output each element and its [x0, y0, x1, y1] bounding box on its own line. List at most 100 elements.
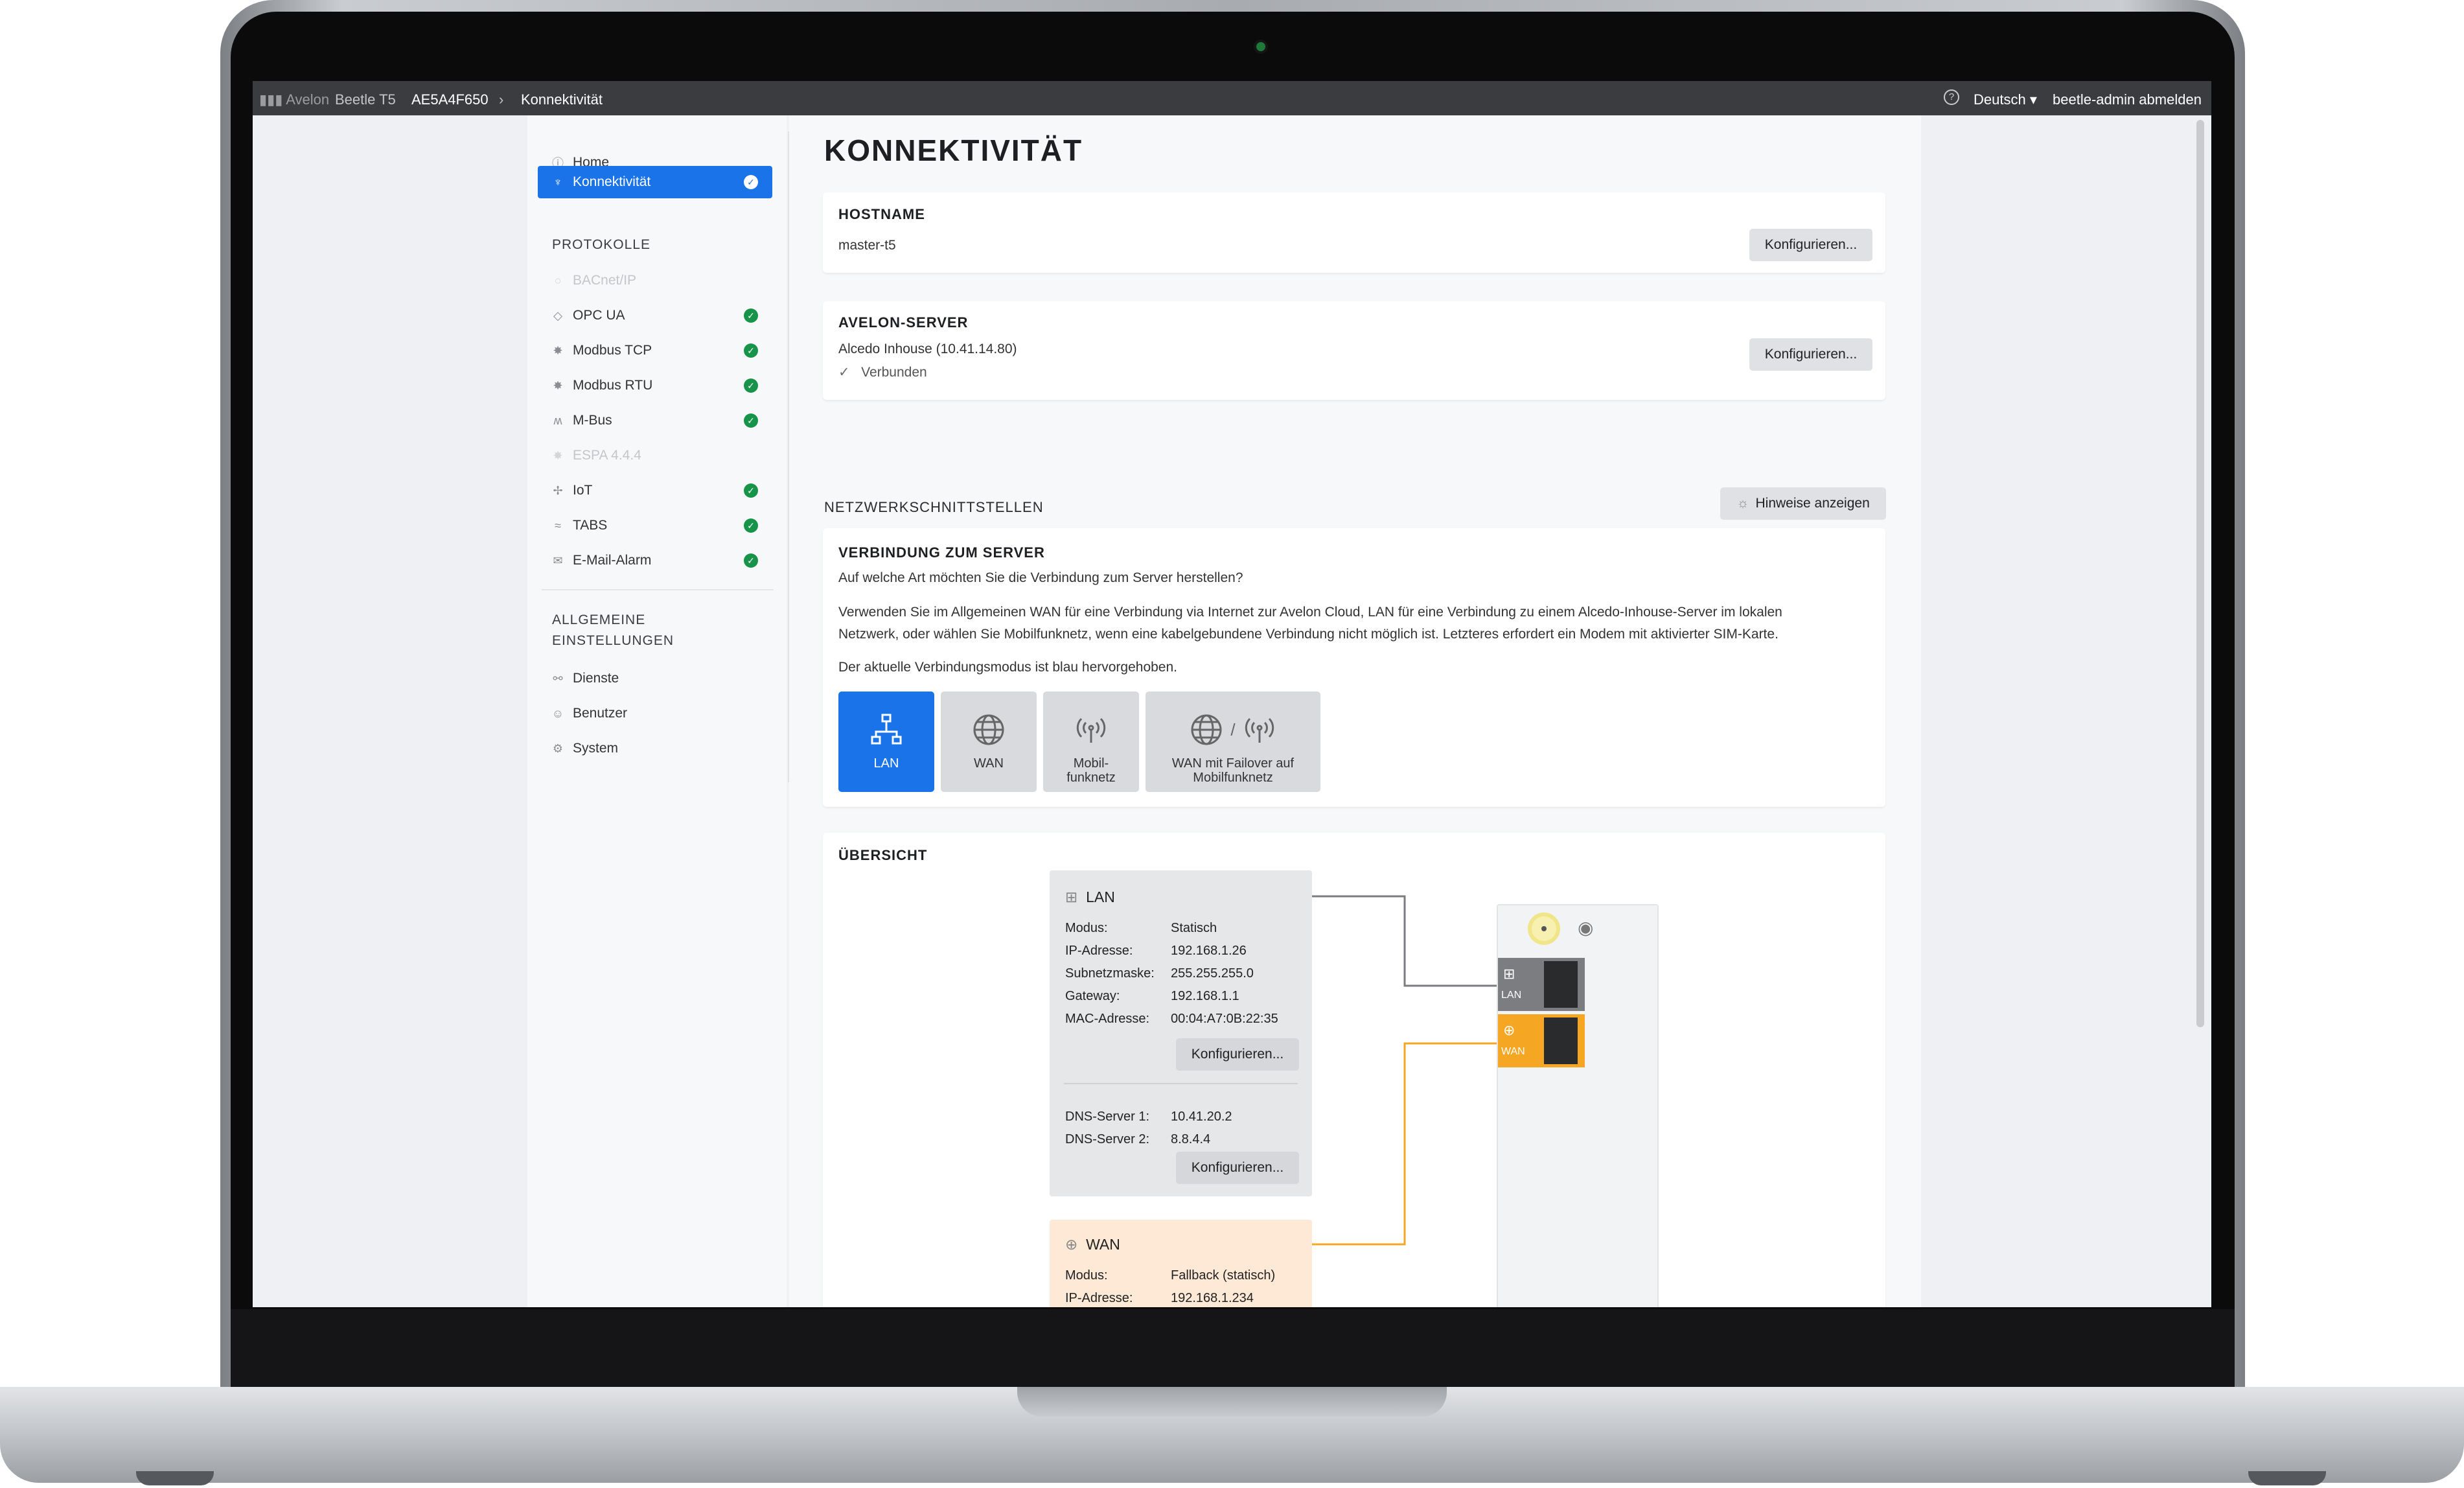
server-status: ✓ Verbunden [838, 364, 927, 380]
mode-label: WAN mit Failover auf Mobilfunknetz [1171, 756, 1295, 785]
language-label: Deutsch [1974, 91, 2026, 108]
check-circle-icon: ✓ [744, 175, 758, 189]
wan-row-key: IP-Adresse: [1065, 1291, 1133, 1305]
check-circle-icon: ✓ [744, 553, 758, 568]
sidebar-divider [788, 132, 789, 782]
mode-mobile-button[interactable]: Mobil-funknetz [1043, 692, 1139, 792]
lan-divider [1064, 1083, 1298, 1084]
signal-bars-icon: ▮▮▮ [259, 91, 286, 108]
camera-icon [1256, 42, 1265, 51]
server-configure-button[interactable]: Konfigurieren... [1749, 338, 1872, 371]
connection-current-note: Der aktuelle Verbindungsmodus ist blau h… [838, 660, 1178, 675]
sidebar-item-iot[interactable]: ✢ IoT ✓ [538, 474, 772, 507]
breadcrumb-device[interactable]: Beetle T5 [335, 91, 396, 108]
lan-row-value: 192.168.1.1 [1171, 989, 1239, 1003]
sidebar-item-connectivity[interactable]: ♆ Konnektivität ✓ [538, 166, 772, 198]
lan-box-title: ⊞ LAN [1065, 889, 1115, 906]
dns-configure-button[interactable]: Konfigurieren... [1176, 1152, 1299, 1184]
mode-lan-button[interactable]: LAN [838, 692, 934, 792]
top-bar: ▮▮▮ Avelon Beetle T5 AE5A4F650 › Konnekt… [253, 81, 2211, 115]
sidebar-item-label: Modbus RTU [573, 378, 653, 393]
globe-icon: ⊕ [1503, 1022, 1515, 1038]
sidebar-item-label: System [573, 741, 619, 756]
screen: ▮▮▮ Avelon Beetle T5 AE5A4F650 › Konnekt… [253, 81, 2211, 1307]
lan-box-title-label: LAN [1086, 889, 1115, 905]
checkmark-icon: ✓ [838, 365, 854, 380]
scrollbar[interactable] [2196, 120, 2204, 1027]
connection-desc-1: Verwenden Sie im Allgemeinen WAN für ein… [838, 605, 1782, 620]
breadcrumb-serial[interactable]: AE5A4F650 [411, 91, 489, 108]
sidebar-item-label: BACnet/IP [573, 273, 637, 288]
brand-label: Avelon [286, 91, 330, 108]
dns-row-key: DNS-Server 2: [1065, 1132, 1150, 1146]
avelon-logo[interactable]: ▮▮▮ Avelon [259, 91, 329, 108]
wireless-icon [1043, 712, 1139, 747]
server-status-label: Verbunden [861, 365, 927, 380]
globe-icon [941, 712, 1037, 747]
check-circle-icon: ✓ [744, 413, 758, 428]
mode-wan-failover-button[interactable]: / WAN mit Failover auf Mobilfunknetz [1146, 692, 1320, 792]
sidebar-item-tabs[interactable]: ≈ TABS ✓ [538, 509, 772, 542]
hostname-configure-button[interactable]: Konfigurieren... [1749, 229, 1872, 261]
sidebar-item-label: Dienste [573, 671, 619, 686]
lan-row-value: 192.168.1.26 [1171, 944, 1247, 958]
wan-row-value: Fallback (statisch) [1171, 1268, 1276, 1283]
hostname-value: master-t5 [838, 238, 896, 253]
gear-icon: ✸ [553, 378, 563, 392]
mail-icon: ✉ [553, 553, 563, 567]
network-icon: ⊞ [1065, 889, 1082, 905]
lan-row-key: Subnetzmaske: [1065, 966, 1155, 981]
gear-icon: ✸ [553, 448, 563, 462]
sidebar-item-opc-ua[interactable]: ◇ OPC UA ✓ [538, 299, 772, 332]
overview-title: ÜBERSICHT [838, 847, 928, 863]
sidebar-item-label: E-Mail-Alarm [573, 553, 652, 568]
wan-row-key: Modus: [1065, 1268, 1108, 1283]
general-heading-1: ALLGEMEINE [552, 612, 646, 627]
hostname-card [823, 192, 1885, 273]
lan-configure-button[interactable]: Konfigurieren... [1176, 1038, 1299, 1071]
mode-wan-button[interactable]: WAN [941, 692, 1037, 792]
hostname-title: HOSTNAME [838, 206, 925, 222]
dns-row-key: DNS-Server 1: [1065, 1110, 1150, 1124]
sidebar-item-label: Modbus TCP [573, 343, 652, 358]
laptop-foot-left [136, 1471, 214, 1485]
left-gutter [253, 115, 527, 1307]
network-icon [838, 712, 934, 747]
sidebar-item-modbus-rtu[interactable]: ✸ Modbus RTU ✓ [538, 369, 772, 402]
lan-row-key: IP-Adresse: [1065, 944, 1133, 958]
general-heading-2: EINSTELLUNGEN [552, 633, 674, 648]
diamond-icon: ◇ [553, 308, 562, 322]
sidebar-item-espa[interactable]: ✸ ESPA 4.4.4 [538, 439, 772, 472]
sidebar-item-label: ESPA 4.4.4 [573, 448, 641, 463]
language-dropdown[interactable]: Deutsch ▾ [1974, 91, 2037, 108]
sidebar-item-users[interactable]: ☺ Benutzer [538, 697, 772, 730]
sidebar-item-services[interactable]: ⚯ Dienste [538, 662, 772, 695]
device-wan-label: WAN [1501, 1046, 1525, 1057]
sidebar-item-label: Benutzer [573, 706, 628, 721]
wan-row-value: 192.168.1.234 [1171, 1291, 1254, 1305]
caret-down-icon: ▾ [2029, 91, 2037, 108]
sidebar-item-label: M-Bus [573, 413, 612, 428]
antenna-icon: ♆ [553, 175, 562, 189]
sidebar-item-bacnet[interactable]: ○ BACnet/IP [538, 264, 772, 297]
globe-wireless-icon: / [1146, 712, 1320, 747]
laptop-chin [231, 1309, 2235, 1390]
sidebar-item-modbus-tcp[interactable]: ✸ Modbus TCP ✓ [538, 334, 772, 367]
lan-connection-line [1312, 895, 1497, 987]
sidebar-item-label: OPC UA [573, 308, 625, 323]
lightbulb-icon: ☼ [1736, 496, 1749, 511]
sidebar-item-system[interactable]: ⚙ System [538, 732, 772, 765]
lan-row-value: Statisch [1171, 921, 1217, 935]
logout-link[interactable]: beetle-admin abmelden [2053, 91, 2202, 108]
globe-icon: ⊕ [1065, 1236, 1082, 1253]
help-circle-icon[interactable]: ? [1944, 89, 1959, 105]
sidebar-item-email-alarm[interactable]: ✉ E-Mail-Alarm ✓ [538, 544, 772, 577]
mode-label: Mobil-funknetz [1066, 756, 1116, 785]
wan-connection-line [1312, 1042, 1497, 1246]
wan-box-title: ⊕ WAN [1065, 1236, 1120, 1253]
wireless-icon: ◉ [1578, 918, 1594, 938]
hints-button[interactable]: ☼ Hinweise anzeigen [1720, 487, 1886, 520]
sidebar-item-label: Konnektivität [573, 174, 651, 189]
wan-box-title-label: WAN [1086, 1236, 1120, 1253]
sidebar-item-m-bus[interactable]: ʍ M-Bus ✓ [538, 404, 772, 437]
